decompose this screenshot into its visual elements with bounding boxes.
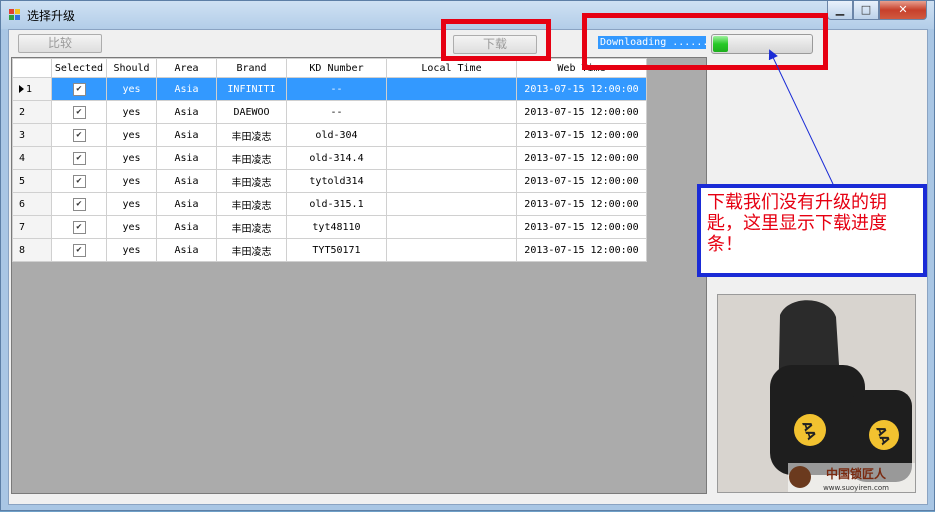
app-window: 选择升级 ▁ □ ✕ 比较 下载 Downloading ...... Sele…: [0, 0, 935, 511]
annotation-callout: 下载我们没有升级的钥匙，这里显示下载进度条！: [697, 184, 927, 277]
